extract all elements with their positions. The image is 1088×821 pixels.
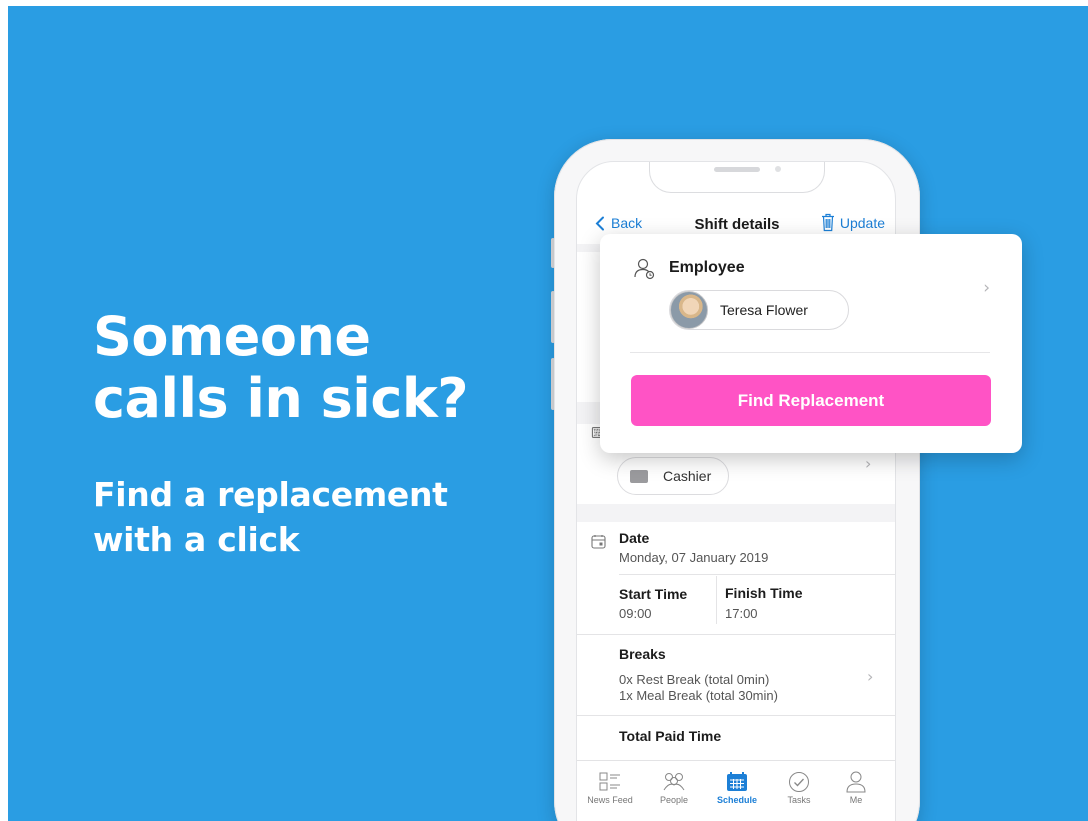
promo-subline: Find a replacement with a click [93, 472, 448, 562]
tab-label: People [659, 795, 689, 805]
role-chip[interactable]: Cashier [617, 457, 729, 495]
breaks-label: Breaks [619, 646, 666, 662]
card-divider [630, 352, 990, 353]
employee-name: Teresa Flower [720, 302, 808, 318]
tab-label: Me [849, 795, 863, 805]
chevron-right-icon[interactable]: › [865, 454, 871, 473]
front-camera [775, 166, 781, 172]
date-label: Date [619, 530, 650, 546]
tab-bar: News Feed People Schedule Tasks Me [577, 760, 895, 820]
finish-time-label: Finish Time [725, 585, 803, 601]
speaker-grill [714, 167, 760, 172]
check-circle-icon [789, 772, 809, 792]
tab-label: Schedule [716, 795, 757, 805]
news-feed-icon [599, 772, 620, 791]
role-badge-icon [630, 469, 648, 483]
column-divider [716, 576, 717, 624]
row-divider [577, 715, 895, 716]
date-value[interactable]: Monday, 07 January 2019 [619, 550, 768, 566]
employee-label: Employee [669, 259, 745, 276]
employee-icon [634, 258, 655, 280]
total-paid-time-label: Total Paid Time [619, 728, 722, 744]
trash-icon [821, 213, 834, 232]
update-button[interactable]: Update [821, 213, 885, 232]
chevron-right-icon[interactable]: › [983, 278, 990, 298]
tab-label: Tasks [787, 795, 811, 805]
tab-schedule[interactable]: Schedule [706, 769, 768, 805]
headline-line-2: calls in sick? [93, 367, 469, 430]
breaks-meal-line: 1x Meal Break (total 30min) [619, 688, 778, 703]
avatar [670, 291, 708, 329]
start-time-value[interactable]: 09:00 [619, 606, 652, 622]
role-name: Cashier [663, 468, 712, 484]
subline-line-1: Find a replacement [93, 475, 448, 514]
breaks-rest-line: 0x Rest Break (total 0min) [619, 672, 770, 687]
row-divider [577, 634, 895, 635]
row-divider [619, 574, 895, 575]
section-separator [577, 504, 895, 522]
headline-line-1: Someone [93, 305, 371, 368]
tab-me[interactable]: Me [825, 769, 887, 805]
promo-background: Someone calls in sick? Find a replacemen… [8, 6, 1088, 821]
chevron-right-icon[interactable]: › [867, 667, 873, 686]
tab-news-feed[interactable]: News Feed [579, 769, 641, 805]
tab-people[interactable]: People [643, 769, 705, 805]
calendar-icon [727, 772, 747, 791]
start-time-label: Start Time [619, 586, 688, 602]
subline-line-2: with a click [93, 520, 300, 559]
update-label: Update [839, 214, 885, 231]
calendar-small-icon [591, 535, 606, 549]
tab-tasks[interactable]: Tasks [768, 769, 830, 805]
employee-chip[interactable]: Teresa Flower [669, 290, 849, 330]
people-icon [663, 773, 685, 791]
employee-card: Employee Teresa Flower › Find Replacemen… [600, 234, 1022, 453]
tab-label: News Feed [587, 795, 633, 805]
user-icon [846, 771, 866, 793]
find-replacement-button[interactable]: Find Replacement [631, 375, 991, 426]
phone-notch [649, 162, 825, 193]
promo-headline: Someone calls in sick? [93, 305, 469, 430]
finish-time-value[interactable]: 17:00 [725, 606, 758, 622]
